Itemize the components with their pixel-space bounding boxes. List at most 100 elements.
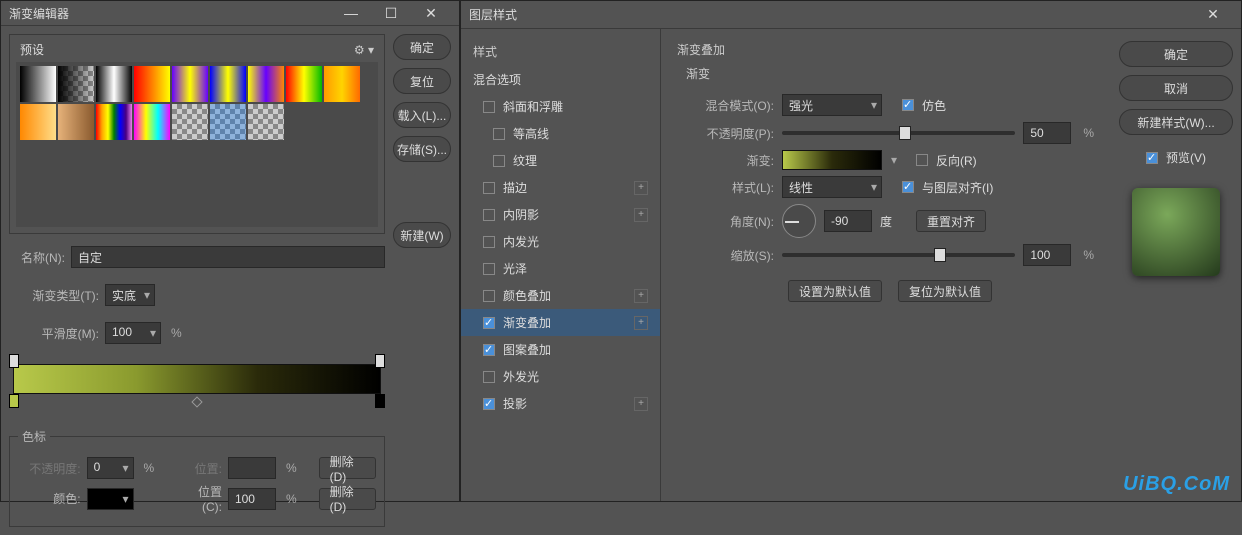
style-item[interactable]: 内发光 <box>461 228 660 255</box>
swatch[interactable] <box>248 66 284 102</box>
gear-icon[interactable]: ⚙ ▾ <box>354 43 374 57</box>
save-button[interactable]: 存储(S)... <box>393 136 451 162</box>
maximize-button[interactable]: ☐ <box>371 1 411 25</box>
stop-pos2-input[interactable] <box>228 488 276 510</box>
titlebar: 渐变编辑器 — ☐ ✕ <box>1 1 459 26</box>
layer-style-dialog: 图层样式 ✕ 样式 混合选项斜面和浮雕等高线纹理描边+内阴影+内发光光泽颜色叠加… <box>460 0 1242 502</box>
style-item-label: 渐变叠加 <box>503 314 551 331</box>
new-button[interactable]: 新建(W) <box>393 222 451 248</box>
style-checkbox[interactable] <box>483 236 495 248</box>
style-item[interactable]: 外发光 <box>461 363 660 390</box>
style-item[interactable]: 投影+ <box>461 390 660 417</box>
style-checkbox[interactable] <box>483 209 495 221</box>
swatch[interactable] <box>172 66 208 102</box>
opacity-input[interactable] <box>1023 122 1071 144</box>
stop-opacity-label: 不透明度: <box>18 460 81 477</box>
scale-label: 缩放(S): <box>686 247 774 264</box>
reset-button[interactable]: 复位 <box>393 68 451 94</box>
delete-color-stop-button[interactable]: 删除(D) <box>319 488 376 510</box>
name-input[interactable] <box>71 246 385 268</box>
set-default-button[interactable]: 设置为默认值 <box>788 280 882 302</box>
style-item[interactable]: 图案叠加 <box>461 336 660 363</box>
add-effect-icon[interactable]: + <box>634 316 648 330</box>
gradient-ramp[interactable] <box>9 356 385 414</box>
style-item-label: 光泽 <box>503 260 527 277</box>
swatch[interactable] <box>58 66 94 102</box>
style-select[interactable]: 线性 <box>782 176 882 198</box>
minimize-button[interactable]: — <box>331 1 371 25</box>
angle-input[interactable] <box>824 210 872 232</box>
swatch[interactable] <box>20 66 56 102</box>
ok-button[interactable]: 确定 <box>1119 41 1233 67</box>
preview-checkbox[interactable] <box>1146 152 1158 164</box>
swatch[interactable] <box>248 104 284 140</box>
style-checkbox[interactable] <box>483 290 495 302</box>
reset-align-button[interactable]: 重置对齐 <box>916 210 986 232</box>
style-item[interactable]: 描边+ <box>461 174 660 201</box>
style-item[interactable]: 斜面和浮雕 <box>461 93 660 120</box>
smoothness-select[interactable]: 100 <box>105 322 161 344</box>
scale-input[interactable] <box>1023 244 1071 266</box>
stop-pos2-label: 位置(C): <box>180 483 222 514</box>
style-item[interactable]: 渐变叠加 + <box>461 309 660 336</box>
gradient-type-select[interactable]: 实底 <box>105 284 155 306</box>
stop-color-swatch[interactable] <box>87 488 134 510</box>
dither-checkbox[interactable] <box>902 99 914 111</box>
add-effect-icon[interactable]: + <box>634 289 648 303</box>
style-item[interactable]: 混合选项 <box>461 66 660 93</box>
swatch[interactable] <box>210 66 246 102</box>
gradient-picker[interactable] <box>782 150 882 170</box>
swatch[interactable] <box>324 66 360 102</box>
gradient-editor-dialog: 渐变编辑器 — ☐ ✕ 预设 ⚙ ▾ <box>0 0 460 502</box>
stops-legend: 色标 <box>18 428 50 445</box>
angle-unit: 度 <box>880 213 892 230</box>
style-checkbox[interactable] <box>483 317 495 329</box>
style-label: 样式(L): <box>686 179 774 196</box>
gradient-bar[interactable] <box>13 364 381 394</box>
swatch[interactable] <box>20 104 56 140</box>
style-checkbox[interactable] <box>483 398 495 410</box>
swatch[interactable] <box>172 104 208 140</box>
stop-color-label: 颜色: <box>18 490 81 507</box>
ok-button[interactable]: 确定 <box>393 34 451 60</box>
add-effect-icon[interactable]: + <box>634 397 648 411</box>
style-checkbox[interactable] <box>483 344 495 356</box>
style-item[interactable]: 光泽 <box>461 255 660 282</box>
swatch[interactable] <box>96 66 132 102</box>
style-checkbox[interactable] <box>483 101 495 113</box>
close-button[interactable]: ✕ <box>411 1 451 25</box>
opacity-slider[interactable] <box>782 131 1015 135</box>
swatch[interactable] <box>58 104 94 140</box>
blend-mode-select[interactable]: 强光 <box>782 94 882 116</box>
panel-title: 渐变叠加 <box>677 41 1095 64</box>
swatch[interactable] <box>96 104 132 140</box>
align-checkbox[interactable] <box>902 181 914 193</box>
gradient-label: 渐变: <box>686 152 774 169</box>
load-button[interactable]: 载入(L)... <box>393 102 451 128</box>
style-checkbox[interactable] <box>493 155 505 167</box>
angle-dial[interactable] <box>782 204 816 238</box>
swatch[interactable] <box>134 104 170 140</box>
style-item[interactable]: 颜色叠加+ <box>461 282 660 309</box>
close-button[interactable]: ✕ <box>1193 3 1233 27</box>
swatch[interactable] <box>286 66 322 102</box>
swatch[interactable] <box>134 66 170 102</box>
style-item[interactable]: 内阴影+ <box>461 201 660 228</box>
new-style-button[interactable]: 新建样式(W)... <box>1119 109 1233 135</box>
style-item[interactable]: 纹理 <box>461 147 660 174</box>
style-checkbox[interactable] <box>483 371 495 383</box>
reset-default-button[interactable]: 复位为默认值 <box>898 280 992 302</box>
swatch[interactable] <box>210 104 246 140</box>
style-checkbox[interactable] <box>483 182 495 194</box>
preset-swatches <box>16 62 378 227</box>
style-item[interactable]: 等高线 <box>461 120 660 147</box>
style-checkbox[interactable] <box>483 263 495 275</box>
scale-slider[interactable] <box>782 253 1015 257</box>
style-item-label: 纹理 <box>513 152 537 169</box>
add-effect-icon[interactable]: + <box>634 181 648 195</box>
reverse-checkbox[interactable] <box>916 154 928 166</box>
name-label: 名称(N): <box>9 249 65 266</box>
add-effect-icon[interactable]: + <box>634 208 648 222</box>
style-checkbox[interactable] <box>493 128 505 140</box>
cancel-button[interactable]: 取消 <box>1119 75 1233 101</box>
